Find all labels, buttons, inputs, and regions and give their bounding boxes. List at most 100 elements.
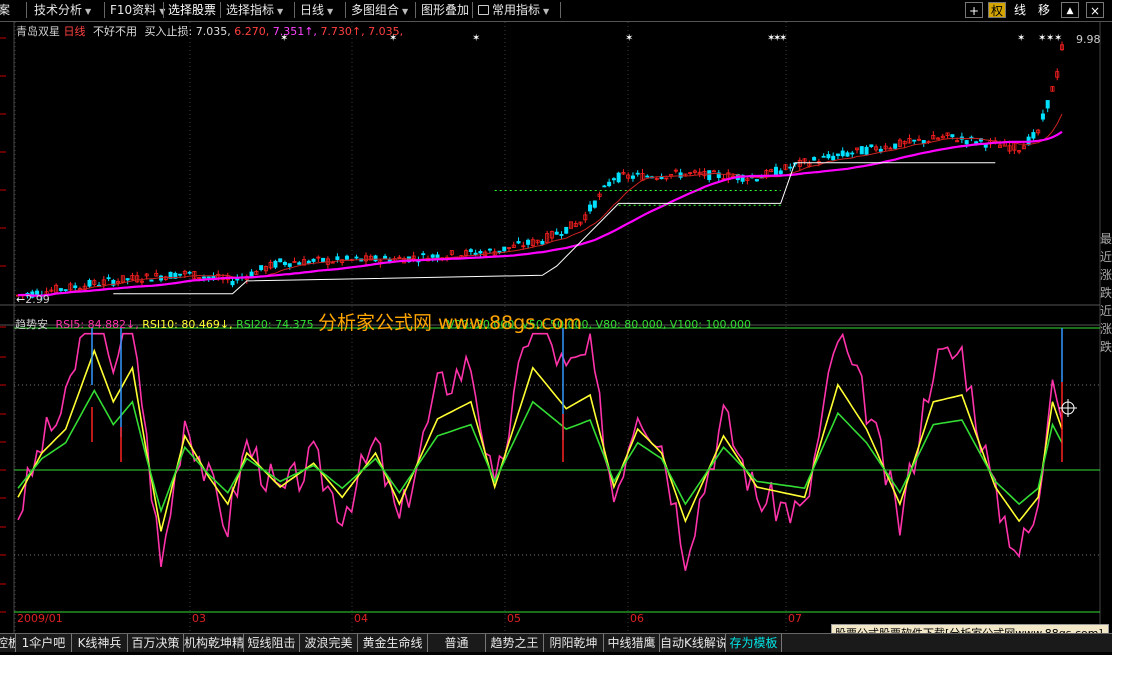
candle-body bbox=[73, 285, 78, 289]
signal-star-icon: ✶ bbox=[625, 33, 633, 44]
rsi5-line bbox=[17, 332, 1063, 571]
candle-body bbox=[297, 262, 302, 265]
overlay-button[interactable]: 图形叠加 bbox=[417, 1, 473, 19]
right-sidebar: 最近涨跌近涨跌 bbox=[1100, 232, 1112, 354]
month-label: 04 bbox=[354, 612, 368, 625]
candle-body bbox=[821, 155, 826, 158]
candle-body bbox=[335, 256, 340, 260]
candle-body bbox=[249, 271, 254, 278]
candle-body bbox=[754, 179, 759, 182]
bottom-tab-0[interactable]: 控板 bbox=[0, 634, 16, 652]
bottom-tab-2[interactable]: K线神兵 bbox=[72, 634, 128, 652]
candle-body bbox=[1045, 100, 1050, 109]
candle-body bbox=[554, 231, 559, 235]
crosshair-button[interactable]: + bbox=[965, 2, 983, 18]
app-frame: 案 技术分析▼ F10资料▼ 选择股票 选择指标▼ 日线▼ 多图组合▼ 图形叠加… bbox=[0, 0, 1112, 655]
month-label: 2009/01 bbox=[17, 612, 63, 625]
candle-body bbox=[588, 204, 593, 212]
indicator-name: 趋势安 bbox=[15, 318, 48, 331]
select-stock-button[interactable]: 选择股票 bbox=[164, 1, 220, 19]
top-toolbar: 案 技术分析▼ F10资料▼ 选择股票 选择指标▼ 日线▼ 多图组合▼ 图形叠加… bbox=[0, 0, 1112, 22]
candle-body bbox=[259, 265, 264, 271]
lock-icon bbox=[478, 5, 489, 15]
candle-body bbox=[311, 258, 316, 262]
period-label: 日线 bbox=[63, 25, 86, 38]
candle-body bbox=[373, 255, 378, 262]
bottom-tab-4[interactable]: 机构乾坤精 bbox=[184, 634, 244, 652]
stoploss-line bbox=[113, 162, 996, 295]
candle-body bbox=[912, 139, 917, 142]
select-indicator-menu[interactable]: 选择指标 ▼ bbox=[222, 1, 294, 19]
close-icon[interactable]: × bbox=[1086, 2, 1104, 18]
high-price-label: 9.98 bbox=[1076, 33, 1101, 46]
technical-analysis-menu[interactable]: 技术分析 ▼ bbox=[30, 1, 104, 19]
candle-body bbox=[712, 170, 717, 173]
bottom-tab-1[interactable]: 1伞户吧 bbox=[16, 634, 72, 652]
stoploss-value-3: 7.351↑, bbox=[272, 25, 317, 38]
candle-body bbox=[211, 276, 216, 279]
multi-chart-menu[interactable]: 多图组合 ▼ bbox=[347, 1, 415, 19]
candle-body bbox=[125, 278, 130, 281]
ma-long-line bbox=[17, 130, 1063, 297]
low-price-label: ←2.99 bbox=[16, 293, 50, 306]
bottom-tab-9[interactable]: 趋势之王 bbox=[486, 634, 544, 652]
candle-body bbox=[592, 200, 597, 208]
signal-star-icon: ✶ bbox=[1017, 33, 1025, 44]
candle-body bbox=[950, 134, 955, 138]
rsi10-line bbox=[17, 348, 1063, 532]
candle-body bbox=[559, 234, 564, 236]
bottom-tab-5[interactable]: 短线阻击 bbox=[244, 634, 300, 652]
candle-body bbox=[344, 255, 349, 260]
candle-body bbox=[497, 250, 502, 253]
f10-menu[interactable]: F10资料▼ bbox=[106, 1, 165, 19]
bottom-tab-10[interactable]: 阴阳乾坤 bbox=[544, 634, 604, 652]
candle-body bbox=[540, 240, 545, 245]
month-label: 07 bbox=[788, 612, 802, 625]
candle-body bbox=[835, 153, 840, 156]
bottom-tab-7[interactable]: 黄金生命线 bbox=[358, 634, 428, 652]
candle-body bbox=[230, 281, 235, 286]
signal-star-icon: ✶ bbox=[1054, 33, 1062, 44]
candle-body bbox=[278, 258, 283, 263]
candle-body bbox=[964, 140, 969, 145]
candle-body bbox=[282, 262, 287, 265]
candle-body bbox=[487, 248, 492, 251]
bottom-tab-3[interactable]: 百万决策 bbox=[128, 634, 184, 652]
candle-body bbox=[607, 181, 612, 187]
bottom-tab-13[interactable]: 存为模板 bbox=[726, 634, 782, 652]
month-label: 05 bbox=[507, 612, 521, 625]
rsi10-value: RSI10: 80.469↓, bbox=[142, 318, 233, 331]
maximize-icon[interactable]: ▲ bbox=[1061, 2, 1079, 18]
candle-body bbox=[864, 146, 869, 155]
candle-body bbox=[859, 146, 864, 155]
candle-body bbox=[869, 144, 874, 148]
candle-body bbox=[287, 263, 292, 267]
bottom-tab-8[interactable]: 普通 bbox=[428, 634, 486, 652]
bottom-tab-12[interactable]: 自动K线解说 bbox=[660, 634, 726, 652]
move-button[interactable]: 移 bbox=[1038, 1, 1050, 19]
candle-body bbox=[707, 170, 712, 181]
line-button[interactable]: 线 bbox=[1014, 1, 1026, 19]
candle-body bbox=[893, 143, 898, 149]
stoploss-label: 买入止损: bbox=[144, 25, 193, 38]
bottom-tab-6[interactable]: 波浪完美 bbox=[300, 634, 358, 652]
stoploss-value-1: 7.035, bbox=[195, 25, 231, 38]
candle-body bbox=[178, 273, 183, 276]
candle-body bbox=[840, 150, 845, 157]
candle-body bbox=[421, 253, 426, 256]
candle-body bbox=[1040, 113, 1045, 120]
candle-body bbox=[526, 239, 531, 245]
toolbar-item-0[interactable]: 案 bbox=[0, 1, 22, 19]
rights-button[interactable]: 权 bbox=[988, 2, 1006, 18]
candle-body bbox=[878, 148, 883, 152]
stoploss-value-5: 7.035, bbox=[368, 25, 404, 38]
common-indicators-menu[interactable]: 常用指标 ▼ bbox=[474, 1, 560, 19]
candle-body bbox=[206, 276, 211, 279]
candle-body bbox=[1031, 132, 1036, 139]
period-menu[interactable]: 日线 ▼ bbox=[296, 1, 342, 19]
chart-header: 青岛双星 日线 不好不用 买入止损: 7.035, 6.270, 7.351↑,… bbox=[16, 23, 403, 39]
candle-body bbox=[773, 166, 778, 176]
bottom-tab-11[interactable]: 中线猎鹰 bbox=[604, 634, 660, 652]
candle-body bbox=[321, 257, 326, 263]
stock-name: 青岛双星 bbox=[16, 25, 60, 38]
